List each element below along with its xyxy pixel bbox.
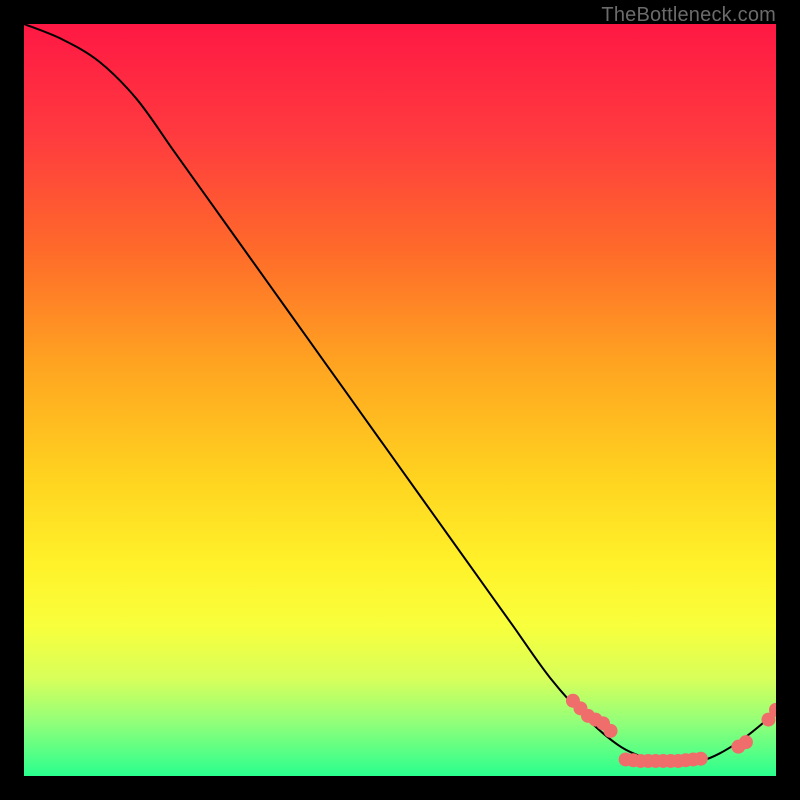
scatter-point bbox=[739, 735, 753, 749]
chart-plot-area bbox=[24, 24, 776, 776]
attribution-label: TheBottleneck.com bbox=[601, 4, 776, 27]
scatter-points-group bbox=[566, 694, 776, 768]
scatter-point bbox=[694, 752, 708, 766]
scatter-point bbox=[604, 724, 618, 738]
chart-frame: TheBottleneck.com bbox=[0, 0, 800, 800]
bottleneck-curve-path bbox=[24, 24, 776, 763]
chart-svg bbox=[24, 24, 776, 776]
